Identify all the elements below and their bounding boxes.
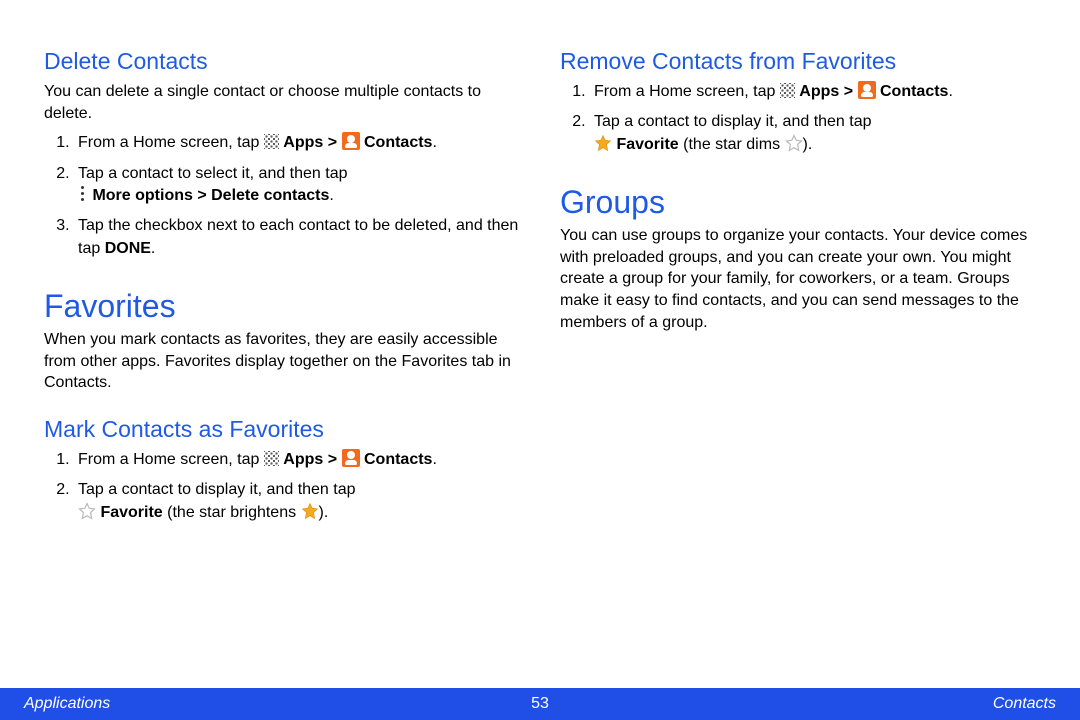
contacts-label: Contacts [880, 83, 948, 100]
para-favorites-intro: When you mark contacts as favorites, the… [44, 329, 520, 394]
text: (the star dims [679, 136, 785, 153]
steps-remove-favorites: From a Home screen, tap Apps > Contacts.… [560, 81, 1036, 156]
heading-delete-contacts: Delete Contacts [44, 48, 520, 75]
heading-remove-favorites: Remove Contacts from Favorites [560, 48, 1036, 75]
footer-bar: Applications 53 Contacts [0, 688, 1080, 720]
step: From a Home screen, tap Apps > Contacts. [590, 81, 1036, 103]
step: Tap the checkbox next to each contact to… [74, 215, 520, 260]
contacts-icon [342, 449, 360, 467]
apps-grid-icon [264, 451, 279, 466]
heading-groups: Groups [560, 184, 1036, 221]
heading-mark-favorites: Mark Contacts as Favorites [44, 416, 520, 443]
apps-grid-icon [264, 134, 279, 149]
favorite-label: Favorite [616, 136, 678, 153]
star-filled-icon [301, 502, 319, 520]
text: ). [319, 504, 329, 521]
step: Tap a contact to display it, and then ta… [74, 479, 520, 524]
step: From a Home screen, tap Apps > Contacts. [74, 132, 520, 154]
more-options-label: More options > Delete contacts [92, 187, 329, 204]
text: ). [803, 136, 813, 153]
text: From a Home screen, tap [78, 451, 264, 468]
text: . [151, 240, 155, 257]
step: Tap a contact to select it, and then tap… [74, 163, 520, 208]
para-delete-intro: You can delete a single contact or choos… [44, 81, 520, 124]
step: From a Home screen, tap Apps > Contacts. [74, 449, 520, 471]
text: Tap a contact to display it, and then ta… [594, 113, 872, 130]
text: . [432, 451, 436, 468]
contacts-icon [342, 132, 360, 150]
favorite-label: Favorite [100, 504, 162, 521]
contacts-label: Contacts [364, 134, 432, 151]
contacts-icon [858, 81, 876, 99]
footer-right: Contacts [993, 695, 1056, 713]
apps-label: Apps > [799, 83, 857, 100]
text: Tap a contact to select it, and then tap [78, 165, 348, 182]
left-column: Delete Contacts You can delete a single … [44, 48, 520, 720]
text: From a Home screen, tap [594, 83, 780, 100]
apps-label: Apps > [283, 134, 341, 151]
steps-delete: From a Home screen, tap Apps > Contacts.… [44, 132, 520, 260]
footer-page-number: 53 [531, 695, 549, 713]
contacts-label: Contacts [364, 451, 432, 468]
right-column: Remove Contacts from Favorites From a Ho… [560, 48, 1036, 720]
star-filled-icon [594, 134, 612, 152]
apps-grid-icon [780, 83, 795, 98]
done-label: DONE [105, 240, 151, 257]
star-outline-icon [785, 134, 803, 152]
text: From a Home screen, tap [78, 134, 264, 151]
more-options-icon [78, 186, 88, 202]
footer-left: Applications [24, 695, 110, 713]
apps-label: Apps > [283, 451, 341, 468]
page: Delete Contacts You can delete a single … [0, 0, 1080, 720]
text: . [948, 83, 952, 100]
step: Tap a contact to display it, and then ta… [590, 111, 1036, 156]
para-groups-intro: You can use groups to organize your cont… [560, 225, 1036, 333]
star-outline-icon [78, 502, 96, 520]
steps-mark-favorites: From a Home screen, tap Apps > Contacts.… [44, 449, 520, 524]
text: . [432, 134, 436, 151]
text: Tap a contact to display it, and then ta… [78, 481, 356, 498]
text: (the star brightens [163, 504, 301, 521]
heading-favorites: Favorites [44, 288, 520, 325]
text: . [329, 187, 333, 204]
